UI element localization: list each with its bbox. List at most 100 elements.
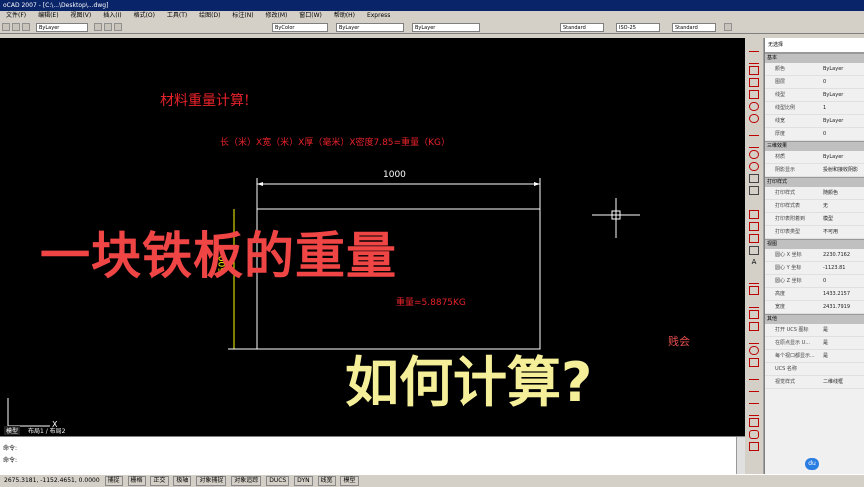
prop-value[interactable]: 模型: [821, 213, 864, 225]
prop-value[interactable]: ByLayer: [821, 151, 864, 163]
prop-row[interactable]: 图层 0: [765, 76, 864, 89]
prop-row[interactable]: 宽度 2431.7919: [765, 301, 864, 314]
menu-item-help[interactable]: 帮助(H): [334, 12, 355, 19]
selection-dropdown[interactable]: 无选择: [765, 38, 864, 53]
prop-value[interactable]: 投射和接收阴影: [821, 164, 864, 176]
array-icon[interactable]: [749, 322, 759, 331]
lineweight-combo[interactable]: ByLayer: [412, 23, 480, 32]
prop-row[interactable]: 打开 UCS 图标 是: [765, 324, 864, 337]
polar-toggle[interactable]: 极轴: [173, 475, 192, 486]
dyn-toggle[interactable]: DYN: [294, 475, 313, 486]
scale-icon[interactable]: [749, 358, 759, 367]
prop-row[interactable]: 颜色 ByLayer: [765, 63, 864, 76]
new-icon[interactable]: [2, 23, 10, 31]
spline-icon[interactable]: [749, 138, 759, 148]
layer-previous-icon[interactable]: [104, 23, 112, 31]
prop-value[interactable]: 0: [821, 275, 864, 287]
revision-cloud-icon[interactable]: [749, 126, 759, 136]
menu-item-format[interactable]: 格式(O): [134, 12, 155, 19]
polyline-icon[interactable]: [749, 66, 759, 75]
erase-icon[interactable]: [749, 274, 759, 284]
line-icon[interactable]: [749, 42, 759, 52]
prop-value[interactable]: 2230.7162: [821, 249, 864, 261]
prop-row[interactable]: 打印样式表 无: [765, 200, 864, 213]
color-combo[interactable]: ByColor: [272, 23, 328, 32]
grid-toggle[interactable]: 栅格: [127, 475, 146, 486]
multileader-icon[interactable]: [724, 23, 732, 31]
hatch-icon[interactable]: [749, 210, 759, 219]
insert-block-icon[interactable]: [749, 174, 759, 183]
prop-value[interactable]: 2431.7919: [821, 301, 864, 313]
section-general[interactable]: 基本: [765, 53, 864, 63]
section-plot-style[interactable]: 打印样式: [765, 177, 864, 187]
menu-item-draw[interactable]: 绘图(D): [199, 12, 220, 19]
section-misc[interactable]: 其他: [765, 314, 864, 324]
prop-row[interactable]: 厚度 0: [765, 128, 864, 141]
model-tab[interactable]: 模型: [4, 426, 21, 435]
lineweight-toggle[interactable]: 线宽: [317, 475, 336, 486]
prop-value[interactable]: ByLayer: [821, 115, 864, 127]
save-icon[interactable]: [22, 23, 30, 31]
prop-row[interactable]: 圆心 Y 坐标 -1123.81: [765, 262, 864, 275]
copy-icon[interactable]: [749, 286, 759, 295]
multiline-text-icon[interactable]: A: [749, 258, 759, 267]
menu-item-modify[interactable]: 修改(M): [266, 12, 288, 19]
region-icon[interactable]: [749, 234, 759, 243]
trim-icon[interactable]: [749, 382, 759, 392]
ducs-toggle[interactable]: DUCS: [266, 475, 290, 486]
prop-value[interactable]: 0: [821, 128, 864, 140]
dim-style-combo[interactable]: ISO-25: [616, 23, 660, 32]
prop-row[interactable]: 打印表类型 不可用: [765, 226, 864, 239]
ellipse-icon[interactable]: [749, 150, 759, 159]
layout-tabs[interactable]: 布局1 / 布局2: [28, 426, 65, 435]
linetype-combo[interactable]: ByLayer: [336, 23, 404, 32]
open-icon[interactable]: [12, 23, 20, 31]
prop-row[interactable]: 圆心 Z 坐标 0: [765, 275, 864, 288]
prop-value[interactable]: ByLayer: [821, 63, 864, 75]
prop-value[interactable]: [821, 363, 864, 375]
chamfer-icon[interactable]: [749, 418, 759, 427]
prop-row[interactable]: 线宽 ByLayer: [765, 115, 864, 128]
menu-item-dimension[interactable]: 标注(N): [232, 12, 253, 19]
ellipse-arc-icon[interactable]: [749, 162, 759, 171]
prop-value[interactable]: 是: [821, 337, 864, 349]
rotate-icon[interactable]: [749, 346, 759, 355]
fillet-icon[interactable]: [749, 430, 759, 439]
drawing-canvas[interactable]: 材料重量计算! 长（米）X宽（米）X厚（毫米）X密度7.85=重量（KG） 10…: [0, 38, 745, 436]
layer-manager-icon[interactable]: [94, 23, 102, 31]
gradient-icon[interactable]: [749, 222, 759, 231]
break-icon[interactable]: [749, 406, 759, 416]
prop-row[interactable]: 材质 ByLayer: [765, 151, 864, 164]
construction-line-icon[interactable]: [749, 54, 759, 64]
prop-row[interactable]: 打印样式 随颜色: [765, 187, 864, 200]
stretch-icon[interactable]: [749, 370, 759, 380]
prop-value[interactable]: 无: [821, 200, 864, 212]
layer-state-icon[interactable]: [114, 23, 122, 31]
mirror-icon[interactable]: [749, 298, 759, 308]
prop-value[interactable]: 二维线框: [821, 376, 864, 388]
section-view[interactable]: 视图: [765, 239, 864, 249]
osnap-toggle[interactable]: 对象捕捉: [196, 475, 227, 486]
command-line[interactable]: 命令: 命令:: [0, 436, 745, 475]
arc-icon[interactable]: [749, 102, 759, 111]
prop-value[interactable]: ByLayer: [821, 89, 864, 101]
prop-value[interactable]: 是: [821, 350, 864, 362]
prop-row[interactable]: 高度 1433.2157: [765, 288, 864, 301]
explode-icon[interactable]: [749, 442, 759, 451]
menu-item-insert[interactable]: 插入(I): [103, 12, 121, 19]
prop-row[interactable]: 在原点显示 U... 是: [765, 337, 864, 350]
command-prompt[interactable]: 命令:: [3, 455, 17, 464]
menu-item-edit[interactable]: 编辑(E): [38, 12, 58, 19]
polygon-icon[interactable]: [749, 78, 759, 87]
prop-value[interactable]: 是: [821, 324, 864, 336]
prop-row[interactable]: 打印表附着到 模型: [765, 213, 864, 226]
prop-row[interactable]: 圆心 X 坐标 2230.7162: [765, 249, 864, 262]
prop-row[interactable]: 线型比例 1: [765, 102, 864, 115]
table-icon[interactable]: [749, 246, 759, 255]
section-3d-effects[interactable]: 三维效果: [765, 141, 864, 151]
snap-toggle[interactable]: 捕捉: [104, 475, 123, 486]
make-block-icon[interactable]: [749, 186, 759, 195]
extend-icon[interactable]: [749, 394, 759, 404]
prop-row[interactable]: 线型 ByLayer: [765, 89, 864, 102]
prop-value[interactable]: -1123.81: [821, 262, 864, 274]
